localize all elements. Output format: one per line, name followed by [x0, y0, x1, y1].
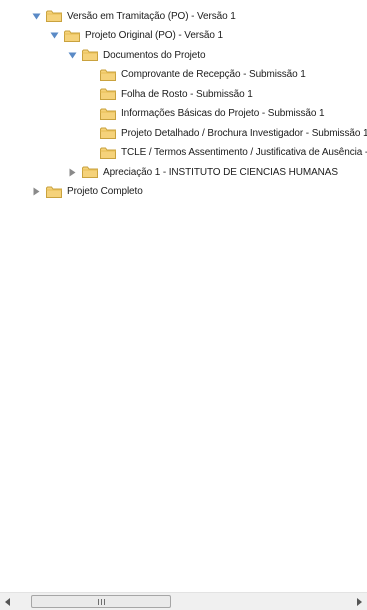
- folder-icon: [100, 69, 116, 81]
- folder-icon: [100, 147, 116, 159]
- folder-icon: [82, 166, 98, 178]
- folder-icon: [64, 30, 80, 42]
- tree-node-label[interactable]: Projeto Detalhado / Brochura Investigado…: [121, 128, 367, 139]
- triangle-down-icon[interactable]: [30, 10, 42, 22]
- triangle-down-icon[interactable]: [48, 30, 60, 42]
- folder-icon: [46, 186, 62, 198]
- tree-node-label[interactable]: Versão em Tramitação (PO) - Versão 1: [67, 11, 236, 22]
- triangle-right-icon[interactable]: [66, 166, 78, 178]
- folder-icon: [100, 88, 116, 100]
- tree-node-label[interactable]: Documentos do Projeto: [103, 50, 206, 61]
- tree-node[interactable]: TCLE / Termos Assentimento / Justificati…: [84, 145, 367, 161]
- scroll-thumb[interactable]: [31, 595, 171, 608]
- tree-node-label[interactable]: Projeto Completo: [67, 186, 143, 197]
- scroll-track[interactable]: [17, 593, 350, 610]
- folder-icon: [100, 108, 116, 120]
- tree-node-label[interactable]: Folha de Rosto - Submissão 1: [121, 89, 253, 100]
- tree-node[interactable]: Projeto Completo: [30, 184, 143, 200]
- triangle-down-icon[interactable]: [66, 49, 78, 61]
- document-tree: Versão em Tramitação (PO) - Versão 1 Proj…: [0, 0, 367, 590]
- tree-node[interactable]: Folha de Rosto - Submissão 1: [84, 86, 253, 102]
- triangle-right-icon[interactable]: [30, 186, 42, 198]
- tree-node[interactable]: Apreciação 1 - INSTITUTO DE CIENCIAS HUM…: [66, 164, 338, 180]
- tree-node[interactable]: Projeto Original (PO) - Versão 1: [48, 28, 223, 44]
- tree-node[interactable]: Projeto Detalhado / Brochura Investigado…: [84, 125, 367, 141]
- scroll-left-arrow-icon[interactable]: [0, 593, 16, 610]
- scroll-right-arrow-icon[interactable]: [351, 593, 367, 610]
- folder-icon: [100, 127, 116, 139]
- tree-node-label[interactable]: Comprovante de Recepção - Submissão 1: [121, 69, 306, 80]
- tree-node[interactable]: Comprovante de Recepção - Submissão 1: [84, 67, 306, 83]
- scroll-grip-icon: [97, 598, 105, 605]
- folder-icon: [82, 49, 98, 61]
- horizontal-scrollbar[interactable]: [0, 592, 367, 610]
- tree-node-label[interactable]: Apreciação 1 - INSTITUTO DE CIENCIAS HUM…: [103, 167, 338, 178]
- folder-icon: [46, 10, 62, 22]
- tree-node-label[interactable]: Informações Básicas do Projeto - Submiss…: [121, 108, 325, 119]
- tree-node[interactable]: Informações Básicas do Projeto - Submiss…: [84, 106, 325, 122]
- tree-node[interactable]: Versão em Tramitação (PO) - Versão 1: [30, 8, 236, 24]
- tree-node-label[interactable]: Projeto Original (PO) - Versão 1: [85, 30, 223, 41]
- tree-node[interactable]: Documentos do Projeto: [66, 47, 206, 63]
- tree-node-label[interactable]: TCLE / Termos Assentimento / Justificati…: [121, 147, 367, 158]
